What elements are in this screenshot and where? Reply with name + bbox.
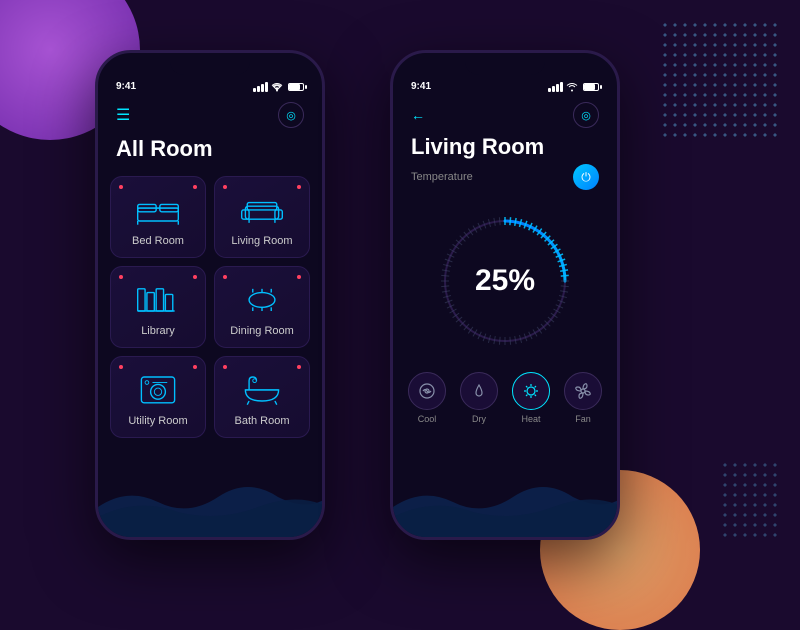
- bath-icon: [238, 371, 286, 407]
- heat-icon: [522, 382, 540, 400]
- bathroom-label: Bath Room: [234, 415, 289, 427]
- wave-decoration-left: [98, 467, 322, 537]
- fan-button[interactable]: [564, 372, 602, 410]
- room-card-bathroom[interactable]: Bath Room: [214, 356, 310, 438]
- dry-label: Dry: [472, 414, 486, 424]
- library-icon: [134, 281, 182, 317]
- page-title-allroom: All Room: [98, 136, 322, 176]
- status-time-left: 9:41: [116, 81, 136, 92]
- controls-row: Cool Dry: [393, 368, 617, 432]
- bedroom-label: Bed Room: [132, 235, 184, 247]
- heat-label: Heat: [521, 414, 540, 424]
- status-bar-left: 9:41: [98, 53, 322, 98]
- phone-living-room: 9:41 ← ◎ Living Room Temperature ⏻: [390, 50, 620, 540]
- diningroom-label: Dining Room: [230, 325, 294, 337]
- utilityroom-label: Utility Room: [128, 415, 187, 427]
- wave-decoration-right: [393, 467, 617, 537]
- signal-icon: [253, 82, 268, 92]
- battery-icon-right: [583, 83, 599, 91]
- gauge-container: 25%: [393, 198, 617, 368]
- library-label: Library: [141, 325, 175, 337]
- power-button[interactable]: ⏻: [573, 164, 599, 190]
- temperature-row: Temperature ⏻: [393, 164, 617, 198]
- signal-icon-right: [548, 82, 563, 92]
- status-icons-left: [253, 82, 304, 92]
- bg-dots-top: [660, 20, 780, 140]
- cool-label: Cool: [418, 414, 437, 424]
- gauge-wrapper: 25%: [430, 206, 580, 356]
- temperature-label: Temperature: [411, 171, 473, 183]
- location-icon[interactable]: ◎: [278, 102, 304, 128]
- control-cool: Cool: [408, 372, 446, 424]
- dry-button[interactable]: [460, 372, 498, 410]
- sofa-icon: [238, 191, 286, 227]
- wifi-icon-right: [566, 82, 578, 92]
- room-card-livingroom[interactable]: Living Room: [214, 176, 310, 258]
- gauge-percent: 25%: [475, 264, 535, 298]
- room-card-library[interactable]: Library: [110, 266, 206, 348]
- cool-button[interactable]: [408, 372, 446, 410]
- room-card-bedroom[interactable]: Bed Room: [110, 176, 206, 258]
- heat-button[interactable]: [512, 372, 550, 410]
- room-card-diningroom[interactable]: Dining Room: [214, 266, 310, 348]
- room-grid: Bed Room Living Room Library: [98, 176, 322, 438]
- bed-icon: [134, 191, 182, 227]
- cool-icon: [418, 382, 436, 400]
- back-icon[interactable]: ←: [411, 107, 425, 123]
- status-bar-right: 9:41: [393, 53, 617, 98]
- phone1-header: ☰ ◎: [98, 98, 322, 136]
- washer-icon: [134, 371, 182, 407]
- bg-dots-bottom: [720, 460, 780, 540]
- livingroom-label: Living Room: [231, 235, 292, 247]
- page-title-livingroom: Living Room: [393, 134, 617, 164]
- phone2-header: ← ◎: [393, 98, 617, 134]
- phone-all-room: 9:41 ☰ ◎ All Room: [95, 50, 325, 540]
- location-icon-right[interactable]: ◎: [573, 102, 599, 128]
- wifi-icon: [271, 82, 283, 92]
- dry-icon: [470, 382, 488, 400]
- room-card-utilityroom[interactable]: Utility Room: [110, 356, 206, 438]
- status-icons-right: [548, 82, 599, 92]
- battery-icon: [288, 83, 304, 91]
- status-time-right: 9:41: [411, 81, 431, 92]
- control-fan: Fan: [564, 372, 602, 424]
- control-dry: Dry: [460, 372, 498, 424]
- fan-icon: [574, 382, 592, 400]
- menu-icon[interactable]: ☰: [116, 105, 130, 125]
- dining-icon: [238, 281, 286, 317]
- control-heat: Heat: [512, 372, 550, 424]
- fan-label: Fan: [575, 414, 591, 424]
